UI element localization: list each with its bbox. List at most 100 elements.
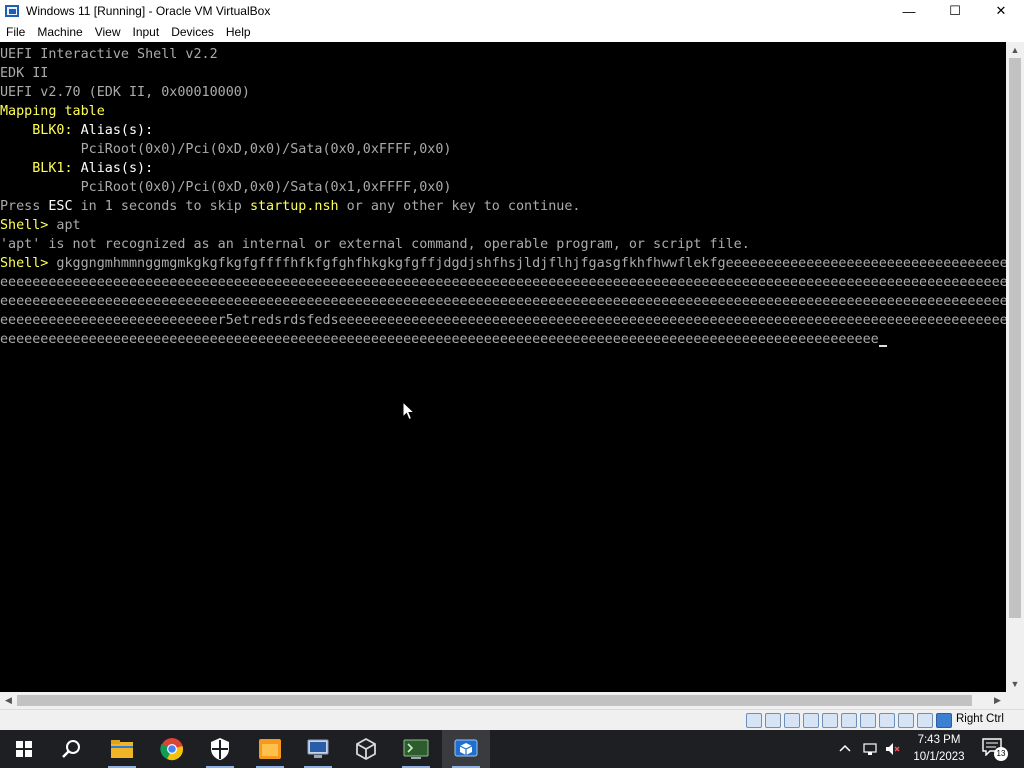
virtualbox-manager-icon — [454, 739, 478, 757]
taskbar-file-explorer[interactable] — [98, 730, 146, 768]
console-line-input-wrap: eeeeeeeeeeeeeeeeeeeeeeeeeeeeeeeeeeeeeeee… — [0, 275, 1006, 290]
shell-prompt: Shell> — [0, 256, 49, 271]
blk0-label: BLK0: — [32, 123, 73, 138]
vertical-scrollbar[interactable]: ▲ ▼ — [1006, 42, 1024, 692]
usb-icon[interactable] — [822, 713, 838, 728]
maximize-button[interactable]: ☐ — [932, 0, 978, 22]
clock-time: 7:43 PM — [917, 734, 961, 746]
command-text: eeeeeeeeeeeeeeeeeeeeeeeeeeeeeeeeeeeeeeee… — [0, 332, 879, 347]
taskbar-terminal[interactable] — [392, 730, 440, 768]
horizontal-scrollbar[interactable]: ◀ ▶ — [0, 692, 1006, 709]
vertical-scroll-thumb[interactable] — [1009, 58, 1021, 618]
recording-icon[interactable] — [879, 713, 895, 728]
mouse-integration-icon[interactable] — [917, 713, 933, 728]
host-key-label[interactable]: Right Ctrl — [956, 713, 1004, 725]
close-button[interactable]: ✕ — [978, 0, 1024, 22]
chrome-icon — [160, 738, 183, 761]
taskbar-security[interactable] — [196, 730, 244, 768]
console-line: EDK II — [0, 66, 49, 81]
scroll-corner — [1006, 692, 1024, 709]
console-line-input-last: eeeeeeeeeeeeeeeeeeeeeeeeeeeeeeeeeeeeeeee… — [0, 330, 887, 349]
console-line-blk0: BLK0: Alias(s): — [0, 121, 153, 140]
menu-view[interactable]: View — [89, 25, 127, 39]
menu-machine[interactable]: Machine — [31, 25, 88, 39]
console-line-blk1: BLK1: Alias(s): — [0, 159, 153, 178]
display-icon[interactable] — [860, 713, 876, 728]
network-icon[interactable] — [803, 713, 819, 728]
optical-drive-icon[interactable] — [765, 713, 781, 728]
vm-status-bar: Right Ctrl — [0, 709, 1024, 730]
system-tray — [838, 730, 900, 768]
search-button[interactable] — [48, 730, 96, 768]
remote-desktop-icon — [307, 739, 329, 758]
blk1-label: BLK1: — [32, 161, 73, 176]
scroll-right-icon[interactable]: ▶ — [989, 692, 1006, 709]
taskbar-virtualbox-manager[interactable] — [442, 730, 490, 768]
virtualbox-app-icon — [4, 3, 20, 19]
menu-input[interactable]: Input — [127, 25, 166, 39]
menu-devices[interactable]: Devices — [165, 25, 220, 39]
console-line: UEFI v2.70 (EDK II, 0x00010000) — [0, 85, 250, 100]
shared-folders-icon[interactable] — [841, 713, 857, 728]
windows-taskbar: 7:43 PM 10/1/2023 13 — [0, 730, 1024, 768]
scroll-down-icon[interactable]: ▼ — [1006, 676, 1024, 692]
clock-date: 10/1/2023 — [913, 751, 965, 763]
window-title: Windows 11 [Running] - Oracle VM Virtual… — [26, 4, 271, 18]
security-icon — [211, 738, 229, 760]
blk1-alias: Alias(s): — [72, 161, 154, 176]
console-line-prompt-input: Shell> gkggngmhmmnggmgmkgkgfkgfgffffhfkf… — [0, 254, 1006, 273]
minimize-icon: — — [902, 3, 916, 19]
start-button[interactable] — [0, 730, 48, 768]
scroll-left-icon[interactable]: ◀ — [0, 692, 17, 709]
console-line-error: 'apt' is not recognized as an internal o… — [0, 237, 750, 252]
scroll-up-icon[interactable]: ▲ — [1006, 42, 1024, 58]
file-explorer-icon — [111, 740, 133, 758]
start-icon — [16, 741, 32, 757]
console-line-input-wrap: eeeeeeeeeeeeeeeeeeeeeeeeeeer5etredsrdsfe… — [0, 313, 1006, 328]
taskbar-clock[interactable]: 7:43 PM 10/1/2023 — [905, 732, 973, 766]
mouse-pointer-icon — [402, 401, 416, 421]
console-line-mapping-table: Mapping table — [0, 104, 105, 119]
press-tail-text: or any other key to continue. — [338, 199, 581, 214]
press-text: Press — [0, 199, 49, 214]
search-icon — [62, 740, 80, 758]
console-line: UEFI Interactive Shell v2.2 — [0, 47, 218, 62]
console-line-input-wrap: eeeeeeeeeeeeeeeeeeeeeeeeeeeeeeeeeeeeeeee… — [0, 294, 1006, 309]
hard-disk-icon[interactable] — [746, 713, 762, 728]
startup-nsh-text: startup.nsh — [249, 199, 339, 214]
chevron-up-icon[interactable] — [838, 742, 852, 756]
taskbar-virtualbox-cube[interactable] — [342, 730, 390, 768]
menu-help[interactable]: Help — [220, 25, 257, 39]
blk0-alias: Alias(s): — [72, 123, 154, 138]
console-line-prompt-apt: Shell> apt — [0, 216, 81, 235]
minimize-button[interactable]: — — [886, 0, 932, 22]
close-icon: ✕ — [995, 3, 1007, 18]
command-text: apt — [48, 218, 81, 233]
audio-icon[interactable] — [784, 713, 800, 728]
notification-center-button[interactable]: 13 — [982, 738, 1008, 761]
horizontal-scroll-thumb[interactable] — [17, 695, 972, 706]
terminal-icon — [403, 739, 429, 759]
window-title-bar[interactable]: Windows 11 [Running] - Oracle VM Virtual… — [0, 0, 1024, 22]
taskbar-folder-app[interactable] — [246, 730, 294, 768]
console-line-press-esc: Press ESC in 1 seconds to skip startup.n… — [0, 197, 580, 216]
shell-prompt: Shell> — [0, 218, 49, 233]
console-line-blk0-path: PciRoot(0x0)/Pci(0xD,0x0)/Sata(0x0,0xFFF… — [0, 142, 452, 157]
folder-icon — [259, 739, 281, 759]
text-cursor — [878, 345, 887, 347]
cpu-icon[interactable] — [898, 713, 914, 728]
volume-muted-icon[interactable] — [884, 741, 900, 757]
keyboard-capture-icon[interactable] — [936, 713, 952, 728]
maximize-icon: ☐ — [949, 3, 961, 18]
taskbar-chrome[interactable] — [148, 730, 196, 768]
command-text: gkggngmhmmnggmgmkgkgfkgfgffffhfkfgfghfhk… — [48, 256, 1006, 271]
press-mid-text: in 1 seconds to skip — [72, 199, 250, 214]
taskbar-remote-desktop[interactable] — [294, 730, 342, 768]
notification-count-badge: 13 — [994, 747, 1008, 761]
esc-key-text: ESC — [48, 199, 73, 214]
menu-bar: File Machine View Input Devices Help — [0, 22, 1024, 42]
menu-file[interactable]: File — [0, 25, 31, 39]
vm-console-screen[interactable]: UEFI Interactive Shell v2.2 EDK II UEFI … — [0, 42, 1006, 692]
console-line-blk1-path: PciRoot(0x0)/Pci(0xD,0x0)/Sata(0x1,0xFFF… — [0, 180, 452, 195]
network-tray-icon[interactable] — [862, 741, 878, 757]
